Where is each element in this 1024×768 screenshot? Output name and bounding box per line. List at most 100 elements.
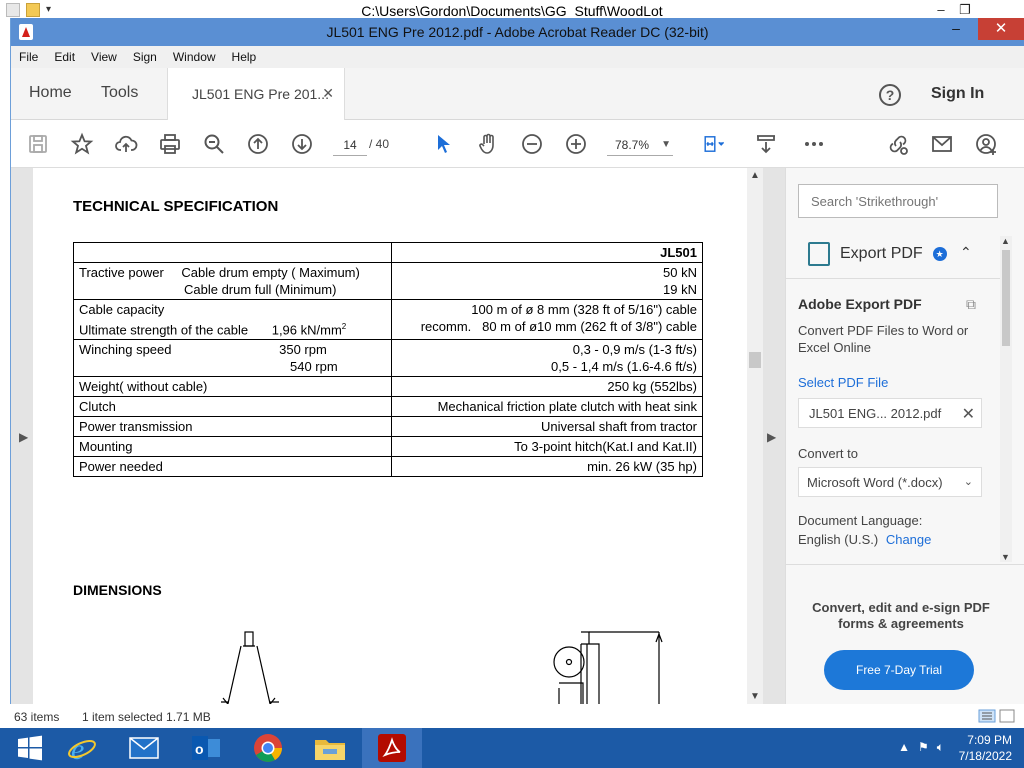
zoom-level-value: 78.7% bbox=[615, 138, 650, 152]
convert-to-select[interactable]: Microsoft Word (*.docx) ⌄ bbox=[798, 467, 982, 497]
window-title: JL501 ENG Pre 2012.pdf - Adobe Acrobat R… bbox=[326, 24, 709, 40]
action-center-flag-icon[interactable]: ⚑ bbox=[918, 740, 929, 755]
previous-page-icon[interactable] bbox=[245, 132, 271, 158]
star-badge-icon: ★ bbox=[932, 247, 947, 261]
table-row: Tractive power Cable drum empty ( Maximu… bbox=[73, 262, 703, 300]
winch-front-view-drawing bbox=[221, 631, 279, 704]
system-tray: ▲ ⚑ 🔈︎ bbox=[898, 740, 944, 755]
zoom-out-icon[interactable] bbox=[519, 132, 545, 158]
scroll-down-arrow-icon[interactable]: ▼ bbox=[1001, 552, 1010, 562]
free-trial-button[interactable]: Free 7-Day Trial bbox=[824, 650, 974, 690]
start-button-icon[interactable] bbox=[0, 728, 60, 768]
winch-side-view-drawing bbox=[553, 631, 663, 704]
menu-window[interactable]: Window bbox=[173, 50, 216, 64]
mail-icon[interactable] bbox=[114, 728, 174, 768]
scroll-up-arrow-icon[interactable]: ▲ bbox=[750, 170, 760, 181]
menu-help[interactable]: Help bbox=[232, 50, 257, 64]
export-pdf-header[interactable]: Export PDF ★ bbox=[808, 242, 947, 266]
add-user-icon[interactable] bbox=[973, 132, 999, 158]
zoom-in-icon[interactable] bbox=[563, 132, 589, 158]
menu-file[interactable]: File bbox=[19, 50, 38, 64]
technical-specification-heading: TECHNICAL SPECIFICATION bbox=[73, 198, 279, 215]
menu-bar: File Edit View Sign Window Help bbox=[11, 46, 1024, 68]
close-window-button[interactable]: ✕ bbox=[978, 18, 1024, 40]
export-pdf-label: Export PDF bbox=[840, 245, 923, 262]
collapse-left-panel-icon[interactable]: ▶ bbox=[19, 430, 28, 444]
save-icon[interactable] bbox=[25, 132, 51, 158]
table-row: Mounting To 3-point hitch(Kat.I and Kat.… bbox=[73, 436, 703, 458]
convert-to-label: Convert to bbox=[798, 446, 858, 461]
page-number-input[interactable]: 14 bbox=[333, 134, 367, 156]
minimize-button[interactable]: – bbox=[940, 18, 972, 40]
menu-edit[interactable]: Edit bbox=[54, 50, 75, 64]
acrobat-reader-taskbar-icon[interactable] bbox=[362, 728, 422, 768]
toolbar: 14 / 40 78.7% ▼ bbox=[11, 120, 1024, 168]
tool-search-input[interactable] bbox=[798, 184, 998, 218]
side-panel-scrollbar[interactable]: ▲ ▼ bbox=[1000, 236, 1012, 562]
search-icon[interactable] bbox=[201, 132, 227, 158]
print-icon[interactable] bbox=[157, 132, 183, 158]
document-vertical-scrollbar[interactable]: ▲ ▼ bbox=[747, 168, 763, 704]
menu-sign[interactable]: Sign bbox=[133, 50, 157, 64]
bookmark-star-icon[interactable] bbox=[69, 132, 95, 158]
selected-file-name: JL501 ENG... 2012.pdf bbox=[809, 406, 942, 421]
document-viewer[interactable]: ▶ TECHNICAL SPECIFICATION JL501 Tractive… bbox=[11, 168, 785, 704]
tab-document-label: JL501 ENG Pre 201... bbox=[192, 86, 329, 102]
upload-cloud-icon[interactable] bbox=[113, 132, 139, 158]
explorer-path: C:\Users\Gordon\Documents\GG_Stuff\WoodL… bbox=[361, 3, 663, 19]
expand-right-panel-icon[interactable]: ▶ bbox=[767, 430, 776, 444]
tab-document[interactable]: JL501 ENG Pre 201... ✕ bbox=[167, 68, 345, 120]
tab-tools[interactable]: Tools bbox=[101, 84, 138, 102]
document-language-label: Document Language: bbox=[798, 513, 923, 528]
export-panel-title: Adobe Export PDF bbox=[798, 296, 922, 312]
scrolling-mode-icon[interactable] bbox=[753, 132, 779, 158]
email-icon[interactable] bbox=[929, 132, 955, 158]
show-hidden-icons-icon[interactable]: ▲ bbox=[898, 740, 910, 755]
menu-view[interactable]: View bbox=[91, 50, 117, 64]
table-row: Power transmission Universal shaft from … bbox=[73, 416, 703, 438]
share-link-icon[interactable] bbox=[885, 132, 911, 158]
zoom-level-select[interactable]: 78.7% ▼ bbox=[607, 134, 673, 156]
selected-file-field[interactable]: JL501 ENG... 2012.pdf ✕ bbox=[798, 398, 982, 428]
sign-in-button[interactable]: Sign In bbox=[931, 85, 984, 103]
view-toggle-icons[interactable] bbox=[978, 709, 1016, 723]
screen: ▾ C:\Users\Gordon\Documents\GG_Stuff\Woo… bbox=[0, 0, 1024, 768]
export-pdf-icon bbox=[808, 242, 830, 266]
change-language-link[interactable]: Change bbox=[886, 532, 932, 547]
taskbar-clock[interactable]: 7:09 PM 7/18/2022 bbox=[948, 732, 1012, 764]
chrome-icon[interactable] bbox=[238, 728, 298, 768]
scroll-up-arrow-icon[interactable]: ▲ bbox=[1001, 236, 1010, 246]
document-language: English (U.S.) Change bbox=[798, 532, 931, 547]
specification-table: JL501 Tractive power Cable drum empty ( … bbox=[73, 242, 703, 478]
internet-explorer-icon[interactable]: e bbox=[52, 728, 112, 768]
table-row: Clutch Mechanical friction plate clutch … bbox=[73, 396, 703, 418]
volume-icon[interactable]: 🔈︎ bbox=[937, 740, 944, 755]
scrollbar-thumb[interactable] bbox=[749, 352, 761, 368]
select-pdf-file-link[interactable]: Select PDF File bbox=[798, 375, 888, 390]
table-header-row: JL501 bbox=[73, 242, 703, 263]
divider bbox=[786, 278, 1000, 279]
table-row: Cable capacity Ultimate strength of the … bbox=[73, 298, 703, 341]
scrollbar-thumb[interactable] bbox=[1002, 250, 1010, 346]
help-icon[interactable]: ? bbox=[879, 84, 901, 106]
tab-home[interactable]: Home bbox=[29, 84, 72, 102]
outlook-icon[interactable]: o bbox=[176, 728, 236, 768]
collapse-chevron-up-icon[interactable]: ⌃ bbox=[960, 244, 972, 261]
more-tools-icon[interactable] bbox=[801, 132, 827, 158]
convert-to-value: Microsoft Word (*.docx) bbox=[807, 475, 943, 490]
chevron-down-icon: ⌄ bbox=[963, 476, 973, 488]
select-cursor-icon[interactable] bbox=[431, 132, 457, 158]
copy-icon[interactable]: ⧉ bbox=[966, 296, 976, 313]
clock-time: 7:09 PM bbox=[967, 733, 1012, 747]
item-count: 63 items bbox=[14, 710, 60, 724]
scroll-down-arrow-icon[interactable]: ▼ bbox=[750, 691, 760, 702]
windows-taskbar: e o ▲ ⚑ 🔈︎ 7:09 PM 7/18/2022 bbox=[0, 728, 1024, 768]
explorer-status-bar: 63 items 1 item selected 1.71 MB bbox=[0, 706, 1024, 726]
chevron-down-icon: ▼ bbox=[661, 139, 671, 150]
file-explorer-icon[interactable] bbox=[300, 728, 360, 768]
hand-tool-icon[interactable] bbox=[475, 132, 501, 158]
remove-file-close-icon[interactable]: ✕ bbox=[962, 404, 975, 424]
close-tab-icon[interactable]: ✕ bbox=[322, 85, 334, 102]
fit-page-icon[interactable] bbox=[697, 132, 731, 158]
next-page-icon[interactable] bbox=[289, 132, 315, 158]
